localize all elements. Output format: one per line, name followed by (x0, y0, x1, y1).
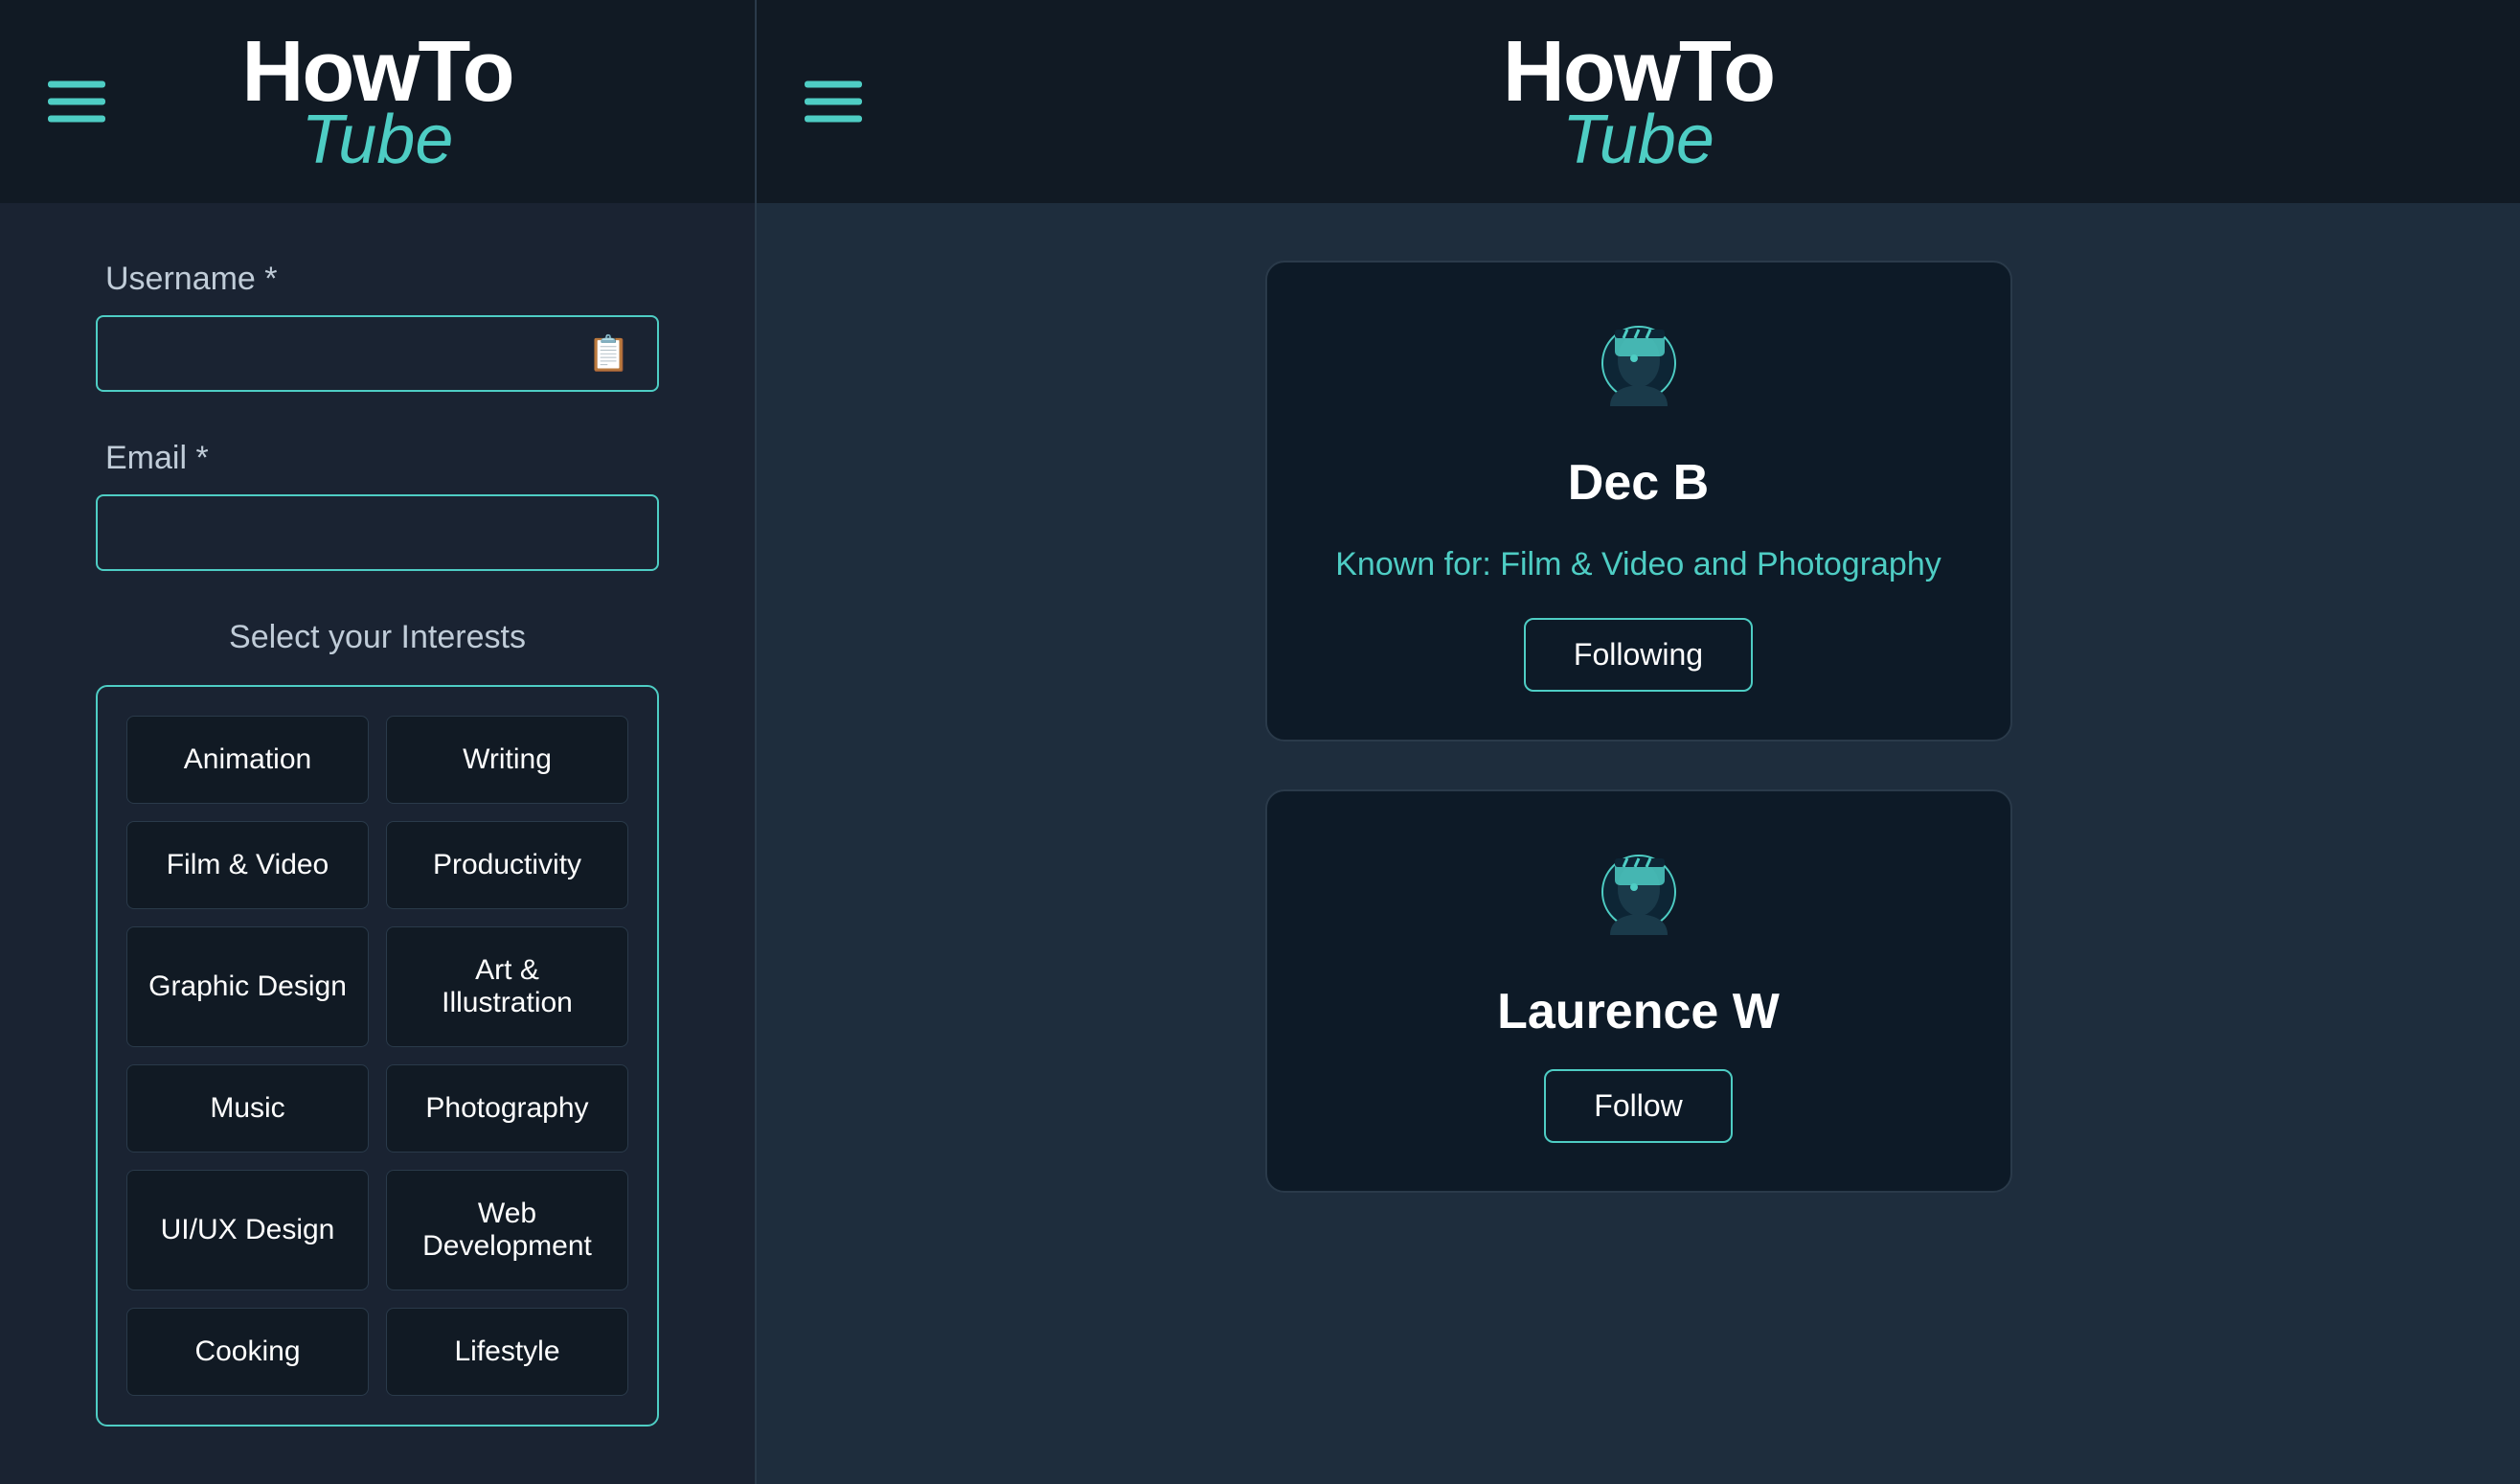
follow-button-dec-b[interactable]: Following (1524, 618, 1753, 692)
interest-btn-web-development[interactable]: Web Development (386, 1170, 628, 1290)
avatar-icon-laurence-w (1581, 839, 1696, 954)
interest-btn-graphic-design[interactable]: Graphic Design (126, 926, 369, 1047)
interests-container: AnimationWritingFilm & VideoProductivity… (96, 685, 659, 1427)
email-input[interactable] (125, 515, 630, 551)
interests-grid: AnimationWritingFilm & VideoProductivity… (126, 716, 628, 1396)
username-icon: 📋 (587, 333, 630, 374)
interests-label: Select your Interests (229, 619, 526, 656)
interest-btn-music[interactable]: Music (126, 1064, 369, 1153)
right-header: HowTo Tube (757, 0, 2520, 203)
left-header: HowTo Tube (0, 0, 755, 203)
email-input-wrapper[interactable] (96, 494, 659, 571)
interest-btn-cooking[interactable]: Cooking (126, 1308, 369, 1396)
interest-btn-art-illustration[interactable]: Art & Illustration (386, 926, 628, 1047)
profiles-section: Dec B Known for: Film & Video and Photogr… (757, 203, 2520, 1250)
profile-known-for-dec-b: Known for: Film & Video and Photography (1335, 540, 1941, 589)
profile-name-dec-b: Dec B (1568, 454, 1709, 512)
profile-card-laurence-w: Laurence W Follow (1265, 789, 2012, 1193)
email-label: Email * (105, 440, 209, 477)
interest-btn-productivity[interactable]: Productivity (386, 821, 628, 909)
right-panel: HowTo Tube Dec BKnown for (757, 0, 2520, 1484)
username-label: Username * (105, 261, 278, 298)
avatar-icon-dec-b (1581, 310, 1696, 425)
interest-btn-photography[interactable]: Photography (386, 1064, 628, 1153)
profile-card-dec-b: Dec B Known for: Film & Video and Photogr… (1265, 261, 2012, 742)
left-panel: HowTo Tube Username * 📋 Email * Select y… (0, 0, 757, 1484)
right-logo: HowTo Tube (1503, 29, 1774, 174)
interest-btn-animation[interactable]: Animation (126, 716, 369, 804)
left-hamburger-menu[interactable] (48, 81, 105, 123)
username-input-wrapper[interactable]: 📋 (96, 315, 659, 392)
left-logo-tube: Tube (302, 105, 454, 174)
registration-form: Username * 📋 Email * Select your Interes… (0, 203, 755, 1484)
interest-btn-writing[interactable]: Writing (386, 716, 628, 804)
right-logo-tube: Tube (1562, 105, 1714, 174)
follow-button-laurence-w[interactable]: Follow (1544, 1069, 1732, 1143)
right-hamburger-menu[interactable] (805, 81, 862, 123)
interest-btn-lifestyle[interactable]: Lifestyle (386, 1308, 628, 1396)
profile-name-laurence-w: Laurence W (1497, 983, 1780, 1040)
username-input[interactable] (125, 336, 587, 372)
interest-btn-film-video[interactable]: Film & Video (126, 821, 369, 909)
interest-btn-ui-ux-design[interactable]: UI/UX Design (126, 1170, 369, 1290)
left-logo: HowTo Tube (241, 29, 512, 174)
